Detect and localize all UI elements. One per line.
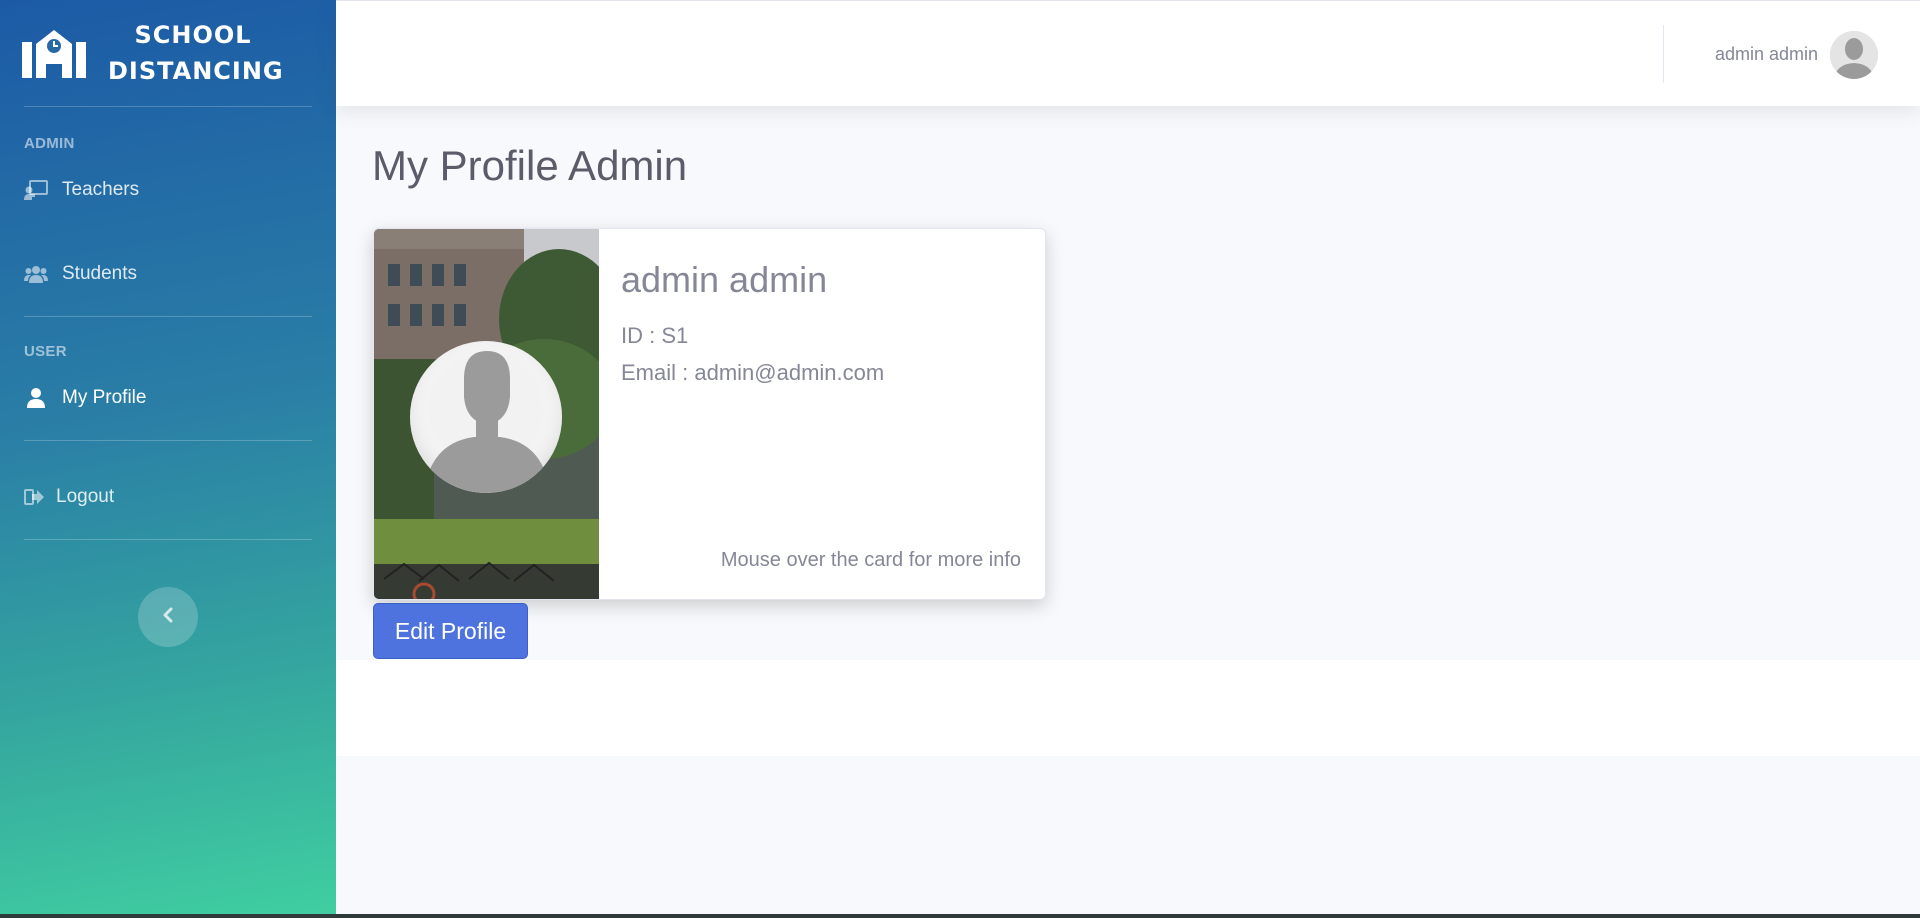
chalkboard-teacher-icon <box>24 179 48 201</box>
sidebar-item-label: Teachers <box>62 179 140 200</box>
sidebar-item-label: Students <box>62 263 137 284</box>
sidebar: SCHOOL DISTANCING ADMIN Teachers Student… <box>0 0 336 918</box>
profile-card[interactable]: admin admin ID : S1 Email : admin@admin.… <box>373 228 1046 600</box>
brand-line-2: DISTANCING <box>108 57 284 85</box>
content-footer-band <box>336 660 1920 756</box>
window-bottom-edge <box>0 914 1920 918</box>
profile-card-body: admin admin ID : S1 Email : admin@admin.… <box>621 229 1045 599</box>
brand-line-1: SCHOOL <box>134 21 252 49</box>
sidebar-divider <box>24 106 312 107</box>
sidebar-heading-user: USER <box>24 343 67 360</box>
chevron-left-icon <box>162 607 174 628</box>
sidebar-item-students[interactable]: Students <box>0 246 336 302</box>
sidebar-divider <box>24 316 312 317</box>
profile-photo <box>374 229 599 599</box>
sidebar-item-my-profile[interactable]: My Profile <box>0 370 336 426</box>
logout-label: Logout <box>56 486 115 507</box>
sidebar-item-logout[interactable]: Logout <box>0 469 336 525</box>
brand-title: SCHOOL DISTANCING <box>108 17 284 89</box>
sidebar-item-label: My Profile <box>62 387 147 408</box>
profile-id: ID : S1 <box>621 323 689 348</box>
main-content: My Profile Admin admin admin ID: S1 Ema… <box>336 106 1920 918</box>
edit-profile-button[interactable]: Edit Profile <box>373 603 528 659</box>
sidebar-toggle-button[interactable] <box>138 587 198 647</box>
sidebar-divider <box>24 539 312 540</box>
profile-card-hint: Mouse over the card for more info <box>720 549 1021 571</box>
topbar-user-name[interactable]: admin admin <box>1715 44 1818 65</box>
sign-out-icon <box>24 486 44 508</box>
topbar: admin admin <box>336 0 1920 106</box>
sidebar-item-teachers[interactable]: Teachers <box>0 162 336 218</box>
school-building-icon <box>22 28 86 78</box>
brand[interactable]: SCHOOL DISTANCING <box>0 0 336 106</box>
user-icon <box>24 387 48 409</box>
profile-name: admin admin <box>621 259 828 300</box>
sidebar-heading-admin: ADMIN <box>24 135 75 152</box>
user-avatar-icon[interactable] <box>1830 31 1878 79</box>
profile-email: Email : admin@admin.com <box>621 360 885 385</box>
users-icon <box>24 263 48 285</box>
topbar-divider <box>1663 25 1664 83</box>
page-title: My Profile Admin <box>372 142 688 189</box>
sidebar-divider <box>24 440 312 441</box>
